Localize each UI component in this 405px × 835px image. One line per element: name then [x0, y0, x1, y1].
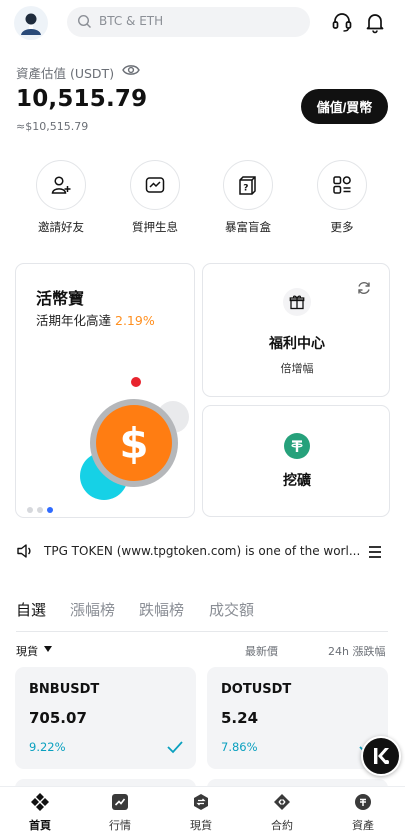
- invite-user-icon: [36, 160, 86, 210]
- market-price: 705.07: [29, 709, 87, 727]
- refresh-icon[interactable]: [356, 280, 372, 300]
- gift-icon: [283, 288, 311, 316]
- shortcut-staking[interactable]: 質押生息: [118, 160, 192, 235]
- search-bar[interactable]: BTC & ETH: [67, 7, 310, 37]
- market-list-header: 現貨 最新價 24h 漲跌幅: [16, 643, 388, 659]
- tab-top-gainers[interactable]: 漲幅榜: [70, 599, 115, 620]
- shortcut-more[interactable]: 更多: [305, 160, 379, 235]
- market-symbol: BNBUSDT: [29, 682, 100, 697]
- shortcut-blind-box[interactable]: ? 暴富盲盒: [211, 160, 285, 235]
- floating-chat-button[interactable]: [361, 736, 401, 776]
- nav-label: 現貨: [190, 819, 212, 832]
- speaker-icon: [16, 543, 34, 563]
- shortcut-label: 質押生息: [132, 220, 178, 234]
- mining-card[interactable]: 挖礦: [202, 405, 390, 517]
- latest-price-header: 最新價: [245, 645, 278, 658]
- svg-text:$: $: [119, 419, 148, 468]
- welfare-center-card[interactable]: 福利中心 倍增幅: [202, 263, 390, 397]
- contract-icon: [252, 791, 312, 813]
- market-price: 5.24: [221, 709, 259, 727]
- announcement-text: TPG TOKEN (www.tpgtoken.com) is one of t…: [44, 544, 361, 558]
- market-change: 9.22%: [29, 740, 66, 754]
- market-type-dropdown[interactable]: 現貨: [16, 643, 38, 659]
- eye-visibility-icon[interactable]: [122, 62, 140, 82]
- search-placeholder: BTC & ETH: [99, 14, 164, 28]
- staking-icon: [130, 160, 180, 210]
- flexible-savings-subtitle: 活期年化高達 2.19%: [36, 310, 155, 329]
- flexible-savings-card[interactable]: 活幣寶 活期年化高達 2.19% $: [15, 263, 195, 518]
- shortcut-invite-friends[interactable]: 邀請好友: [24, 160, 98, 235]
- headset-support-icon[interactable]: [330, 10, 354, 34]
- change-24h-header: 24h 漲跌幅: [328, 645, 386, 658]
- nav-assets[interactable]: 資產: [333, 791, 393, 833]
- carousel-dot-active[interactable]: [47, 507, 53, 513]
- brand-k-icon: [374, 748, 389, 764]
- nav-label: 首頁: [29, 819, 51, 832]
- nav-label: 合約: [271, 819, 293, 832]
- carousel-dot[interactable]: [27, 507, 33, 513]
- flexible-savings-title: 活幣寶: [36, 289, 85, 308]
- blind-box-icon: ?: [223, 160, 273, 210]
- asset-total-value: 10,515.79: [16, 86, 148, 112]
- asset-usd-value: ≈$10,515.79: [16, 120, 89, 133]
- bottom-navigation: 首頁 行情 現貨 合約 資產: [0, 786, 405, 835]
- apy-label: 活期年化高達: [36, 313, 112, 328]
- announcement-bar[interactable]: TPG TOKEN (www.tpgtoken.com) is one of t…: [16, 541, 388, 565]
- asset-valuation-label: 資產估值 (USDT): [16, 66, 115, 81]
- market-tabs: 自選 漲幅榜 跌幅榜 成交額: [16, 598, 388, 632]
- apy-rate: 2.19%: [115, 313, 155, 328]
- dollar-coin-illustration: $: [80, 377, 189, 500]
- welfare-center-title: 福利中心: [269, 336, 325, 352]
- market-icon: [90, 791, 150, 813]
- spot-icon: [171, 791, 231, 813]
- shortcut-label: 更多: [330, 220, 354, 234]
- carousel-dots: [27, 498, 57, 517]
- mining-title: 挖礦: [283, 473, 311, 489]
- carousel-dot[interactable]: [37, 507, 43, 513]
- nav-market[interactable]: 行情: [90, 791, 150, 833]
- caret-down-icon[interactable]: [44, 646, 52, 652]
- top-header: BTC & ETH: [0, 0, 405, 50]
- assets-icon: [333, 791, 393, 813]
- home-icon: [10, 791, 70, 813]
- more-grid-icon: [317, 160, 367, 210]
- shortcut-label: 邀請好友: [38, 220, 84, 234]
- welfare-center-subtitle: 倍增幅: [280, 362, 314, 375]
- list-menu-icon[interactable]: [367, 544, 383, 563]
- nav-spot[interactable]: 現貨: [171, 791, 231, 833]
- shortcut-label: 暴富盲盒: [225, 220, 271, 234]
- tether-coin-icon: [284, 433, 310, 459]
- avatar[interactable]: [14, 6, 48, 40]
- nav-home[interactable]: 首頁: [10, 791, 70, 833]
- nav-label: 行情: [109, 819, 131, 832]
- market-symbol: DOTUSDT: [221, 682, 292, 697]
- nav-label: 資產: [352, 819, 374, 832]
- market-card[interactable]: BNBUSDT 705.07 9.22%: [15, 667, 196, 769]
- tab-favorites[interactable]: 自選: [16, 599, 46, 620]
- svg-text:?: ?: [243, 184, 248, 194]
- nav-contract[interactable]: 合約: [252, 791, 312, 833]
- deposit-buy-button[interactable]: 儲值/買幣: [301, 89, 388, 124]
- search-icon: [77, 14, 92, 33]
- tab-top-losers[interactable]: 跌幅榜: [139, 599, 184, 620]
- check-icon: [165, 739, 185, 759]
- market-change: 7.86%: [221, 740, 258, 754]
- bell-notification-icon[interactable]: [363, 10, 387, 34]
- tab-volume[interactable]: 成交額: [209, 599, 254, 620]
